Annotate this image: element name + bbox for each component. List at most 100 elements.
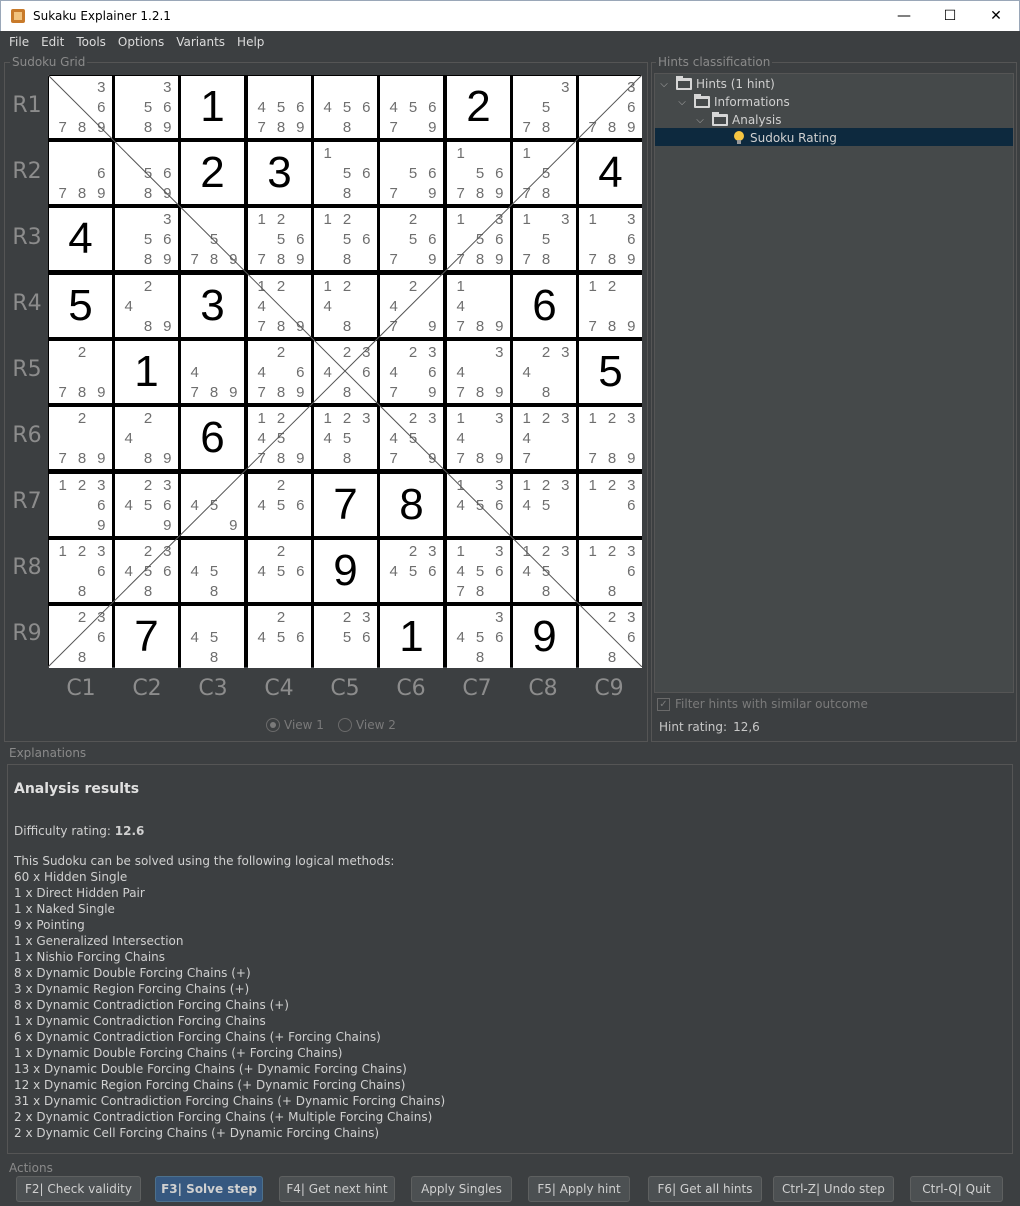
menu-help[interactable]: Help xyxy=(231,35,270,49)
hints-tree[interactable] xyxy=(654,73,1014,693)
menu-variants[interactable]: Variants xyxy=(170,35,231,49)
sudoku-cell[interactable]: 23 4568 xyxy=(115,540,178,602)
action-button[interactable]: Ctrl-Q| Quit xyxy=(910,1176,1003,1202)
chevron-down-icon[interactable]: ⌵ xyxy=(676,96,688,108)
sudoku-cell[interactable]: 2 789 xyxy=(49,341,112,403)
sudoku-cell[interactable]: 12 56 789 xyxy=(248,208,311,270)
maximize-button[interactable]: ☐ xyxy=(927,1,973,31)
explanation-pane[interactable]: Analysis results Difficulty rating: 12.6… xyxy=(7,764,1013,1154)
menu-tools[interactable]: Tools xyxy=(70,35,112,49)
sudoku-cell[interactable]: 123 6 xyxy=(579,474,642,536)
sudoku-cell[interactable]: 1245789 xyxy=(248,407,311,469)
sudoku-cell[interactable]: 2356 xyxy=(314,606,377,668)
action-button[interactable]: F5| Apply hint xyxy=(528,1176,630,1202)
sudoku-cell[interactable]: 23 48 xyxy=(513,341,576,403)
sudoku-cell[interactable]: 1 3578 xyxy=(513,208,576,270)
action-button[interactable]: F6| Get all hints xyxy=(648,1176,762,1202)
tree-node-sudoku-rating[interactable]: Sudoku Rating xyxy=(734,129,837,147)
sudoku-cell[interactable]: 23 456 9 xyxy=(115,474,178,536)
sudoku-cell[interactable]: 4568 xyxy=(314,76,377,138)
sudoku-cell[interactable]: 1 3 4 789 xyxy=(447,407,510,469)
menu-file[interactable]: File xyxy=(3,35,35,49)
sudoku-cell[interactable]: 3 6 789 xyxy=(579,76,642,138)
sudoku-cell[interactable]: 24 7 9 xyxy=(380,275,443,337)
filter-hints-checkbox[interactable]: ✓ Filter hints with similar outcome xyxy=(657,697,868,711)
view-1-radio[interactable]: View 1 xyxy=(266,718,324,732)
sudoku-cell[interactable]: 1248 xyxy=(314,275,377,337)
sudoku-cell[interactable]: 23 4 68 xyxy=(314,341,377,403)
sudoku-cell[interactable]: 1 3 456 78 xyxy=(447,540,510,602)
sudoku-cell[interactable]: 7 xyxy=(314,474,377,536)
sudoku-cell[interactable]: 23 68 xyxy=(49,606,112,668)
sudoku-cell[interactable]: 3 xyxy=(248,142,311,204)
action-button[interactable]: Apply Singles xyxy=(411,1176,512,1202)
chevron-down-icon[interactable]: ⌵ xyxy=(694,114,706,126)
sudoku-cell[interactable]: 5 xyxy=(579,341,642,403)
menu-edit[interactable]: Edit xyxy=(35,35,70,49)
sudoku-cell[interactable]: 1 3 456 xyxy=(447,474,510,536)
sudoku-cell[interactable]: 12 789 xyxy=(579,275,642,337)
checkbox-checked-icon[interactable]: ✓ xyxy=(657,697,670,711)
view-2-radio[interactable]: View 2 xyxy=(337,718,396,732)
close-button[interactable]: ✕ xyxy=(973,1,1019,31)
sudoku-grid[interactable]: 3678935689145678945684567923578367896789… xyxy=(48,75,642,668)
sudoku-cell[interactable]: 7 xyxy=(115,606,178,668)
sudoku-cell[interactable]: 24 6 789 xyxy=(248,341,311,403)
sudoku-cell[interactable]: 3 4 789 xyxy=(447,341,510,403)
sudoku-cell[interactable]: 23 68 xyxy=(579,606,642,668)
sudoku-cell[interactable]: 1 3 6 789 xyxy=(579,208,642,270)
sudoku-cell[interactable]: 4 xyxy=(579,142,642,204)
sudoku-cell[interactable]: 1578 xyxy=(513,142,576,204)
sudoku-cell[interactable]: 12 568 xyxy=(314,208,377,270)
sudoku-cell[interactable]: 123 68 xyxy=(579,540,642,602)
sudoku-cell[interactable]: 9 xyxy=(513,606,576,668)
sudoku-cell[interactable]: 2456 xyxy=(248,606,311,668)
sudoku-cell[interactable]: 1 xyxy=(380,606,443,668)
sudoku-cell[interactable]: 9 xyxy=(314,540,377,602)
sudoku-cell[interactable]: 6 xyxy=(513,275,576,337)
sudoku-cell[interactable]: 156 789 xyxy=(447,142,510,204)
tree-node-hints[interactable]: ⌵ Hints (1 hint) xyxy=(658,75,775,93)
sudoku-cell[interactable]: 6 789 xyxy=(49,142,112,204)
sudoku-cell[interactable]: 124 789 xyxy=(248,275,311,337)
chevron-down-icon[interactable]: ⌵ xyxy=(658,78,670,90)
sudoku-cell[interactable]: 5789 xyxy=(181,208,244,270)
sudoku-cell[interactable]: 2 789 xyxy=(49,407,112,469)
sudoku-cell[interactable]: 1 xyxy=(181,76,244,138)
sudoku-cell[interactable]: 35689 xyxy=(115,208,178,270)
sudoku-cell[interactable]: 456 7 9 xyxy=(380,76,443,138)
sudoku-cell[interactable]: 123 4 7 xyxy=(513,407,576,469)
sudoku-cell[interactable]: 2 56 7 9 xyxy=(380,208,443,270)
sudoku-cell[interactable]: 3 xyxy=(181,275,244,337)
sudoku-cell[interactable]: 3578 xyxy=(513,76,576,138)
sudoku-cell[interactable]: 123 45 8 xyxy=(513,540,576,602)
sudoku-cell[interactable]: 1568 xyxy=(314,142,377,204)
sudoku-cell[interactable]: 123 68 xyxy=(49,540,112,602)
tree-node-analysis[interactable]: ⌵ Analysis xyxy=(694,111,781,129)
sudoku-cell[interactable]: 2456 xyxy=(248,540,311,602)
sudoku-cell[interactable]: 5689 xyxy=(115,142,178,204)
sudoku-cell[interactable]: 459 xyxy=(181,474,244,536)
sudoku-cell[interactable]: 23 457 9 xyxy=(380,407,443,469)
sudoku-cell[interactable]: 2 xyxy=(447,76,510,138)
sudoku-cell[interactable]: 23 456 xyxy=(380,540,443,602)
sudoku-cell[interactable]: 2489 xyxy=(115,407,178,469)
sudoku-cell[interactable]: 2456 xyxy=(248,474,311,536)
sudoku-cell[interactable]: 3 6 789 xyxy=(49,76,112,138)
sudoku-cell[interactable]: 23 4 6 7 9 xyxy=(380,341,443,403)
sudoku-cell[interactable]: 4 xyxy=(49,208,112,270)
sudoku-cell[interactable]: 123 45 8 xyxy=(314,407,377,469)
sudoku-cell[interactable]: 2489 xyxy=(115,275,178,337)
action-button[interactable]: F4| Get next hint xyxy=(279,1176,395,1202)
sudoku-cell[interactable]: 123 789 xyxy=(579,407,642,469)
action-button[interactable]: Ctrl-Z| Undo step xyxy=(773,1176,894,1202)
sudoku-cell[interactable]: 5 xyxy=(49,275,112,337)
sudoku-cell[interactable]: 2 xyxy=(181,142,244,204)
action-button[interactable]: F2| Check validity xyxy=(16,1176,141,1202)
sudoku-cell[interactable]: 3 4568 xyxy=(447,606,510,668)
sudoku-cell[interactable]: 4 789 xyxy=(181,341,244,403)
sudoku-cell[interactable]: 1 356 789 xyxy=(447,208,510,270)
minimize-button[interactable]: — xyxy=(881,1,927,31)
sudoku-cell[interactable]: 6 xyxy=(181,407,244,469)
action-button[interactable]: F3| Solve step xyxy=(155,1176,263,1202)
